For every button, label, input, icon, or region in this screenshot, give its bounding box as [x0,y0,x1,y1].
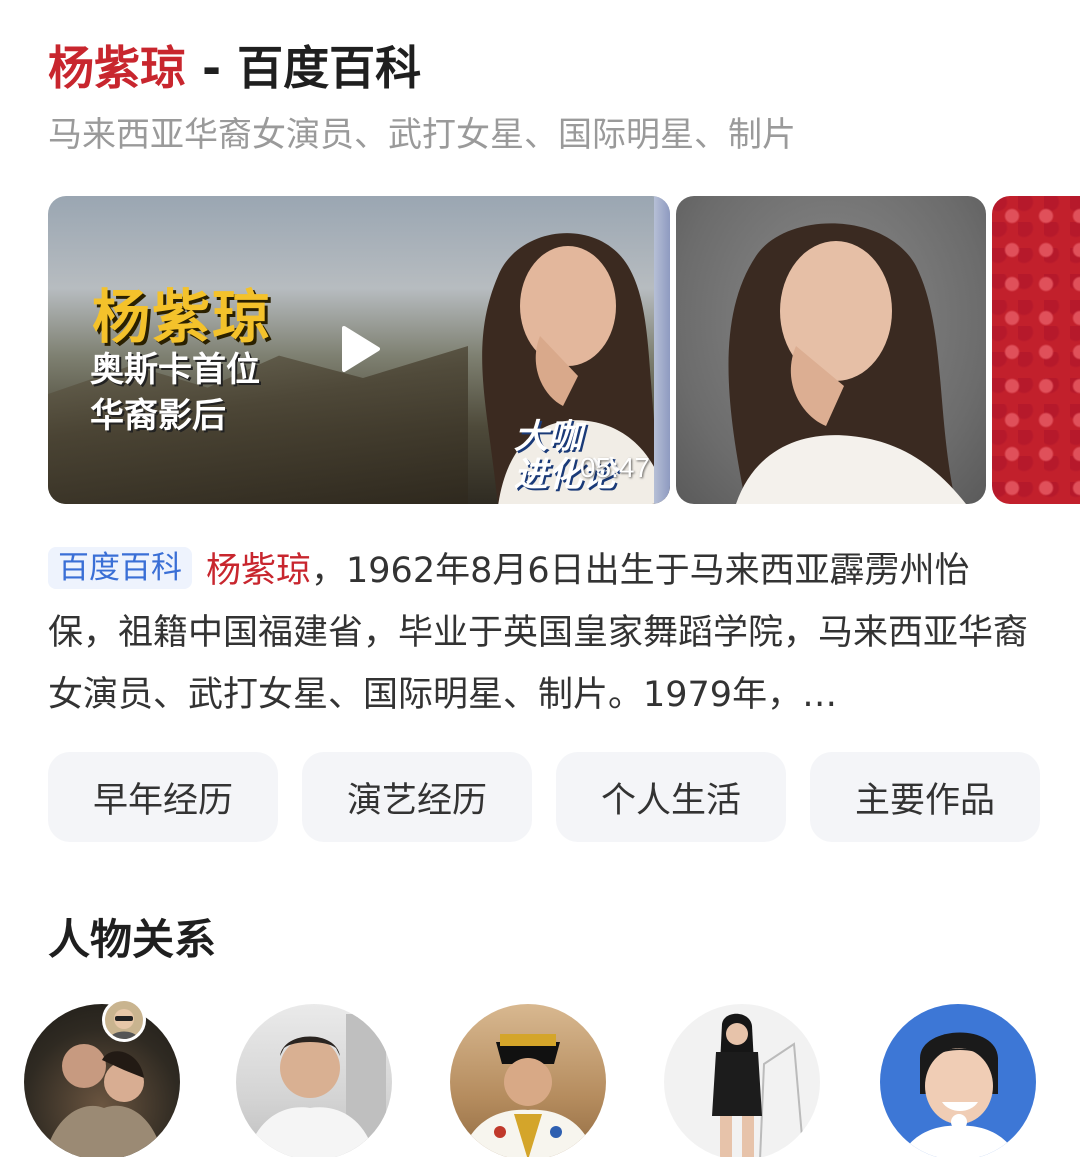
relation-avatar-2[interactable] [236,1004,392,1157]
relation-avatar-1-badge [102,998,146,1042]
media-strip: 杨紫琼 奥斯卡首位 华裔影后 大咖 进化论 05:47 [48,196,1080,506]
relation-avatar-3[interactable] [450,1004,606,1157]
play-icon[interactable] [340,326,380,372]
couple-photo [44,1044,164,1157]
result-title-link[interactable]: 杨紫琼 - 百度百科 [48,38,421,98]
relation-avatar-4[interactable] [664,1004,820,1157]
title-entity-name[interactable]: 杨紫琼 [48,41,186,95]
tab-early-life[interactable]: 早年经历 [48,752,278,842]
video-duration: 05:47 [579,452,650,483]
mini-face-icon [109,1009,139,1039]
tab-acting-career[interactable]: 演艺经历 [302,752,532,842]
roses-photo[interactable] [992,196,1080,504]
relations-heading: 人物关系 [48,915,217,964]
portrait-photo-figure [728,223,966,504]
summary-text: ，1962年8月6日出生于马来西亚霹雳州怡保，祖籍中国福建省，毕业于英国皇家舞蹈… [48,551,1029,715]
man-portrait [246,1014,386,1157]
tab-major-works[interactable]: 主要作品 [810,752,1040,842]
result-summary: 百度百科 杨紫琼，1962年8月6日出生于马来西亚霹雳州怡保，祖籍中国福建省，毕业… [48,540,1038,726]
video-overlay-line-1: 奥斯卡首位 [90,350,260,390]
portrait-photo[interactable] [676,196,986,504]
section-tabs: 早年经历 演艺经历 个人生活 主要作品 [48,752,1040,842]
woman-portrait [712,1013,805,1157]
video-card-edge [654,196,670,504]
result-subtitle: 马来西亚华裔女演员、武打女星、国际明星、制片 [48,115,796,155]
smiling-portrait [901,1032,1017,1157]
tab-personal-life[interactable]: 个人生活 [556,752,786,842]
relation-avatar-5[interactable] [880,1004,1036,1157]
video-thumbnail[interactable]: 杨紫琼 奥斯卡首位 华裔影后 大咖 进化论 05:47 [48,196,670,504]
video-overlay-line-2: 华裔影后 [90,396,226,436]
source-badge[interactable]: 百度百科 [48,547,192,589]
uniform-portrait [460,1034,596,1157]
search-result-page: 杨紫琼 - 百度百科 马来西亚华裔女演员、武打女星、国际明星、制片 杨紫琼 奥斯… [0,0,1080,1157]
title-suffix[interactable]: - 百度百科 [186,41,421,95]
relation-avatar-1[interactable] [24,1004,180,1157]
brand-line-1: 大咖 [514,417,582,457]
summary-entity-name[interactable]: 杨紫琼 [206,551,311,591]
